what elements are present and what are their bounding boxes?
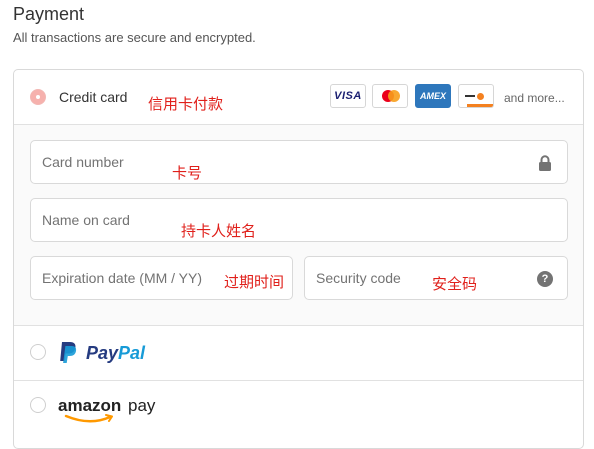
paypal-pay: Pay: [86, 343, 119, 363]
help-icon[interactable]: ?: [537, 271, 553, 287]
mastercard-icon: [372, 84, 408, 108]
page-subtitle: All transactions are secure and encrypte…: [13, 30, 256, 45]
discover-bar: [465, 95, 475, 97]
amazon-pay-wordmark: pay: [128, 396, 156, 415]
annotation-security-code: 安全码: [432, 275, 478, 293]
card-number-field[interactable]: [30, 140, 568, 184]
paypal-radio[interactable]: [30, 344, 46, 360]
annotation-credit-card: 信用卡付款: [148, 95, 224, 113]
paypal-p-icon: [60, 342, 77, 363]
mastercard-yellow-circle: [388, 90, 400, 102]
credit-card-radio[interactable]: [30, 89, 46, 105]
page-title: Payment: [13, 4, 85, 24]
discover-stripe: [467, 104, 493, 107]
name-on-card-input[interactable]: [31, 199, 567, 241]
annotation-card-number: 卡号: [172, 164, 203, 182]
lock-icon: [539, 155, 551, 171]
amazon-pay-radio[interactable]: [30, 397, 46, 413]
option-credit-card[interactable]: Credit card 信用卡付款 VISA AMEX and more...: [14, 70, 583, 125]
amex-icon: AMEX: [415, 84, 451, 108]
annotation-expiration: 过期时间: [224, 273, 285, 291]
paypal-pal: Pal: [118, 343, 146, 363]
card-number-input[interactable]: [31, 141, 567, 183]
amazon-wordmark: amazon: [58, 396, 122, 415]
credit-card-form: 卡号 持卡人姓名 过期时间 ? 安全码: [14, 125, 583, 326]
option-paypal[interactable]: PayPal: [14, 326, 583, 381]
discover-icon: [458, 84, 494, 108]
payment-methods-card: Credit card 信用卡付款 VISA AMEX and more...: [13, 69, 584, 449]
option-amazon-pay[interactable]: amazon pay: [14, 381, 583, 441]
visa-wordmark: VISA: [334, 90, 362, 102]
credit-card-label[interactable]: Credit card: [59, 89, 127, 105]
discover-dot: [477, 93, 484, 100]
name-on-card-field[interactable]: [30, 198, 568, 242]
annotation-name: 持卡人姓名: [181, 222, 257, 240]
paypal-wordmark: PayPal: [86, 343, 145, 364]
amazon-smile-icon: [64, 414, 113, 423]
amex-wordmark: AMEX: [419, 91, 446, 101]
visa-icon: VISA: [330, 84, 366, 108]
more-brands-text: and more...: [504, 91, 565, 105]
